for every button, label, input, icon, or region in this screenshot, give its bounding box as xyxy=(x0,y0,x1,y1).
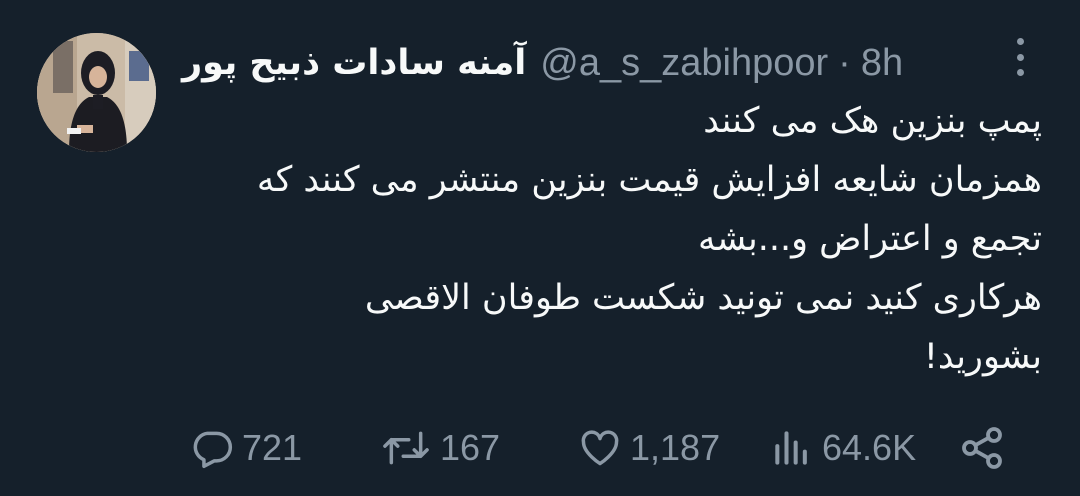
tweet-text-line: پمپ بنزین هک می کنند xyxy=(703,101,1042,141)
tweet-text-line: همزمان شایعه افزایش قیمت بنزین منتشر می … xyxy=(256,160,1042,200)
tweet: آمنه سادات ذبیح پور @a_s_zabihpoor · 8h … xyxy=(0,0,1080,496)
avatar[interactable] xyxy=(37,33,156,152)
action-bar: 721 167 1,187 64.6K xyxy=(0,418,1080,478)
share-icon xyxy=(962,427,1002,469)
tweet-text-line: هرکاری کنید نمی تونید شکست طوفان الاقصی xyxy=(364,278,1042,318)
reply-button[interactable]: 721 xyxy=(190,418,302,478)
display-name[interactable]: آمنه سادات ذبیح پور xyxy=(182,38,526,88)
share-button[interactable] xyxy=(958,418,1006,478)
more-icon[interactable] xyxy=(1008,36,1032,78)
comment-icon xyxy=(193,431,233,469)
retweet-icon xyxy=(383,431,429,465)
tweet-text-line: بشورید! xyxy=(923,337,1042,377)
retweet-count: 167 xyxy=(440,427,501,468)
reply-count: 721 xyxy=(242,427,303,468)
view-count: 64.6K xyxy=(822,427,917,468)
like-button[interactable]: 1,187 xyxy=(578,418,720,478)
avatar-image xyxy=(37,33,156,152)
user-handle[interactable]: @a_s_zabihpoor xyxy=(540,38,828,88)
retweet-button[interactable]: 167 xyxy=(380,418,500,478)
views-button[interactable]: 64.6K xyxy=(770,418,916,478)
heart-icon xyxy=(581,430,619,466)
like-count: 1,187 xyxy=(630,427,721,468)
tweet-text: پمپ بنزین هک می کنند همزمان شایعه افزایش… xyxy=(172,92,1042,387)
views-icon xyxy=(775,431,807,465)
tweet-text-line: تجمع و اعتراض و...بشه xyxy=(697,219,1042,259)
separator-dot: · xyxy=(838,42,851,84)
tweet-header: آمنه سادات ذبیح پور @a_s_zabihpoor · 8h xyxy=(182,38,1002,88)
timestamp[interactable]: 8h xyxy=(861,38,903,88)
